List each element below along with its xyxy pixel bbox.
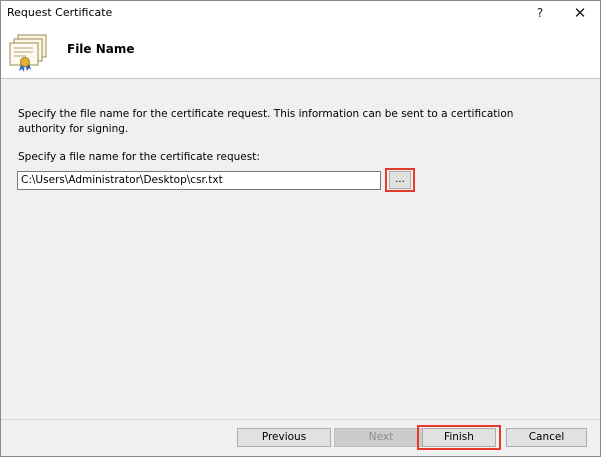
finish-button[interactable]: Finish — [422, 428, 496, 447]
help-button[interactable]: ? — [524, 1, 556, 25]
file-name-label: Specify a file name for the certificate … — [18, 151, 260, 163]
browse-button[interactable]: ... — [389, 171, 411, 189]
page-title: File Name — [67, 42, 135, 56]
description-text: Specify the file name for the certificat… — [18, 108, 514, 135]
wizard-header: File Name — [1, 25, 600, 79]
next-button[interactable]: Next — [334, 428, 428, 447]
cancel-button[interactable]: Cancel — [506, 428, 587, 447]
window-title: Request Certificate — [7, 6, 113, 19]
file-name-input[interactable] — [17, 171, 381, 190]
close-button[interactable]: ✕ — [564, 1, 596, 25]
previous-button[interactable]: Previous — [237, 428, 331, 447]
request-certificate-dialog: Request Certificate ? ✕ File Name Specif… — [0, 0, 601, 457]
wizard-content: Specify the file name for the certificat… — [1, 79, 600, 419]
title-bar: Request Certificate ? ✕ — [1, 1, 600, 25]
wizard-footer: Previous Next Finish Cancel — [1, 419, 600, 457]
certificate-icon — [9, 34, 47, 72]
